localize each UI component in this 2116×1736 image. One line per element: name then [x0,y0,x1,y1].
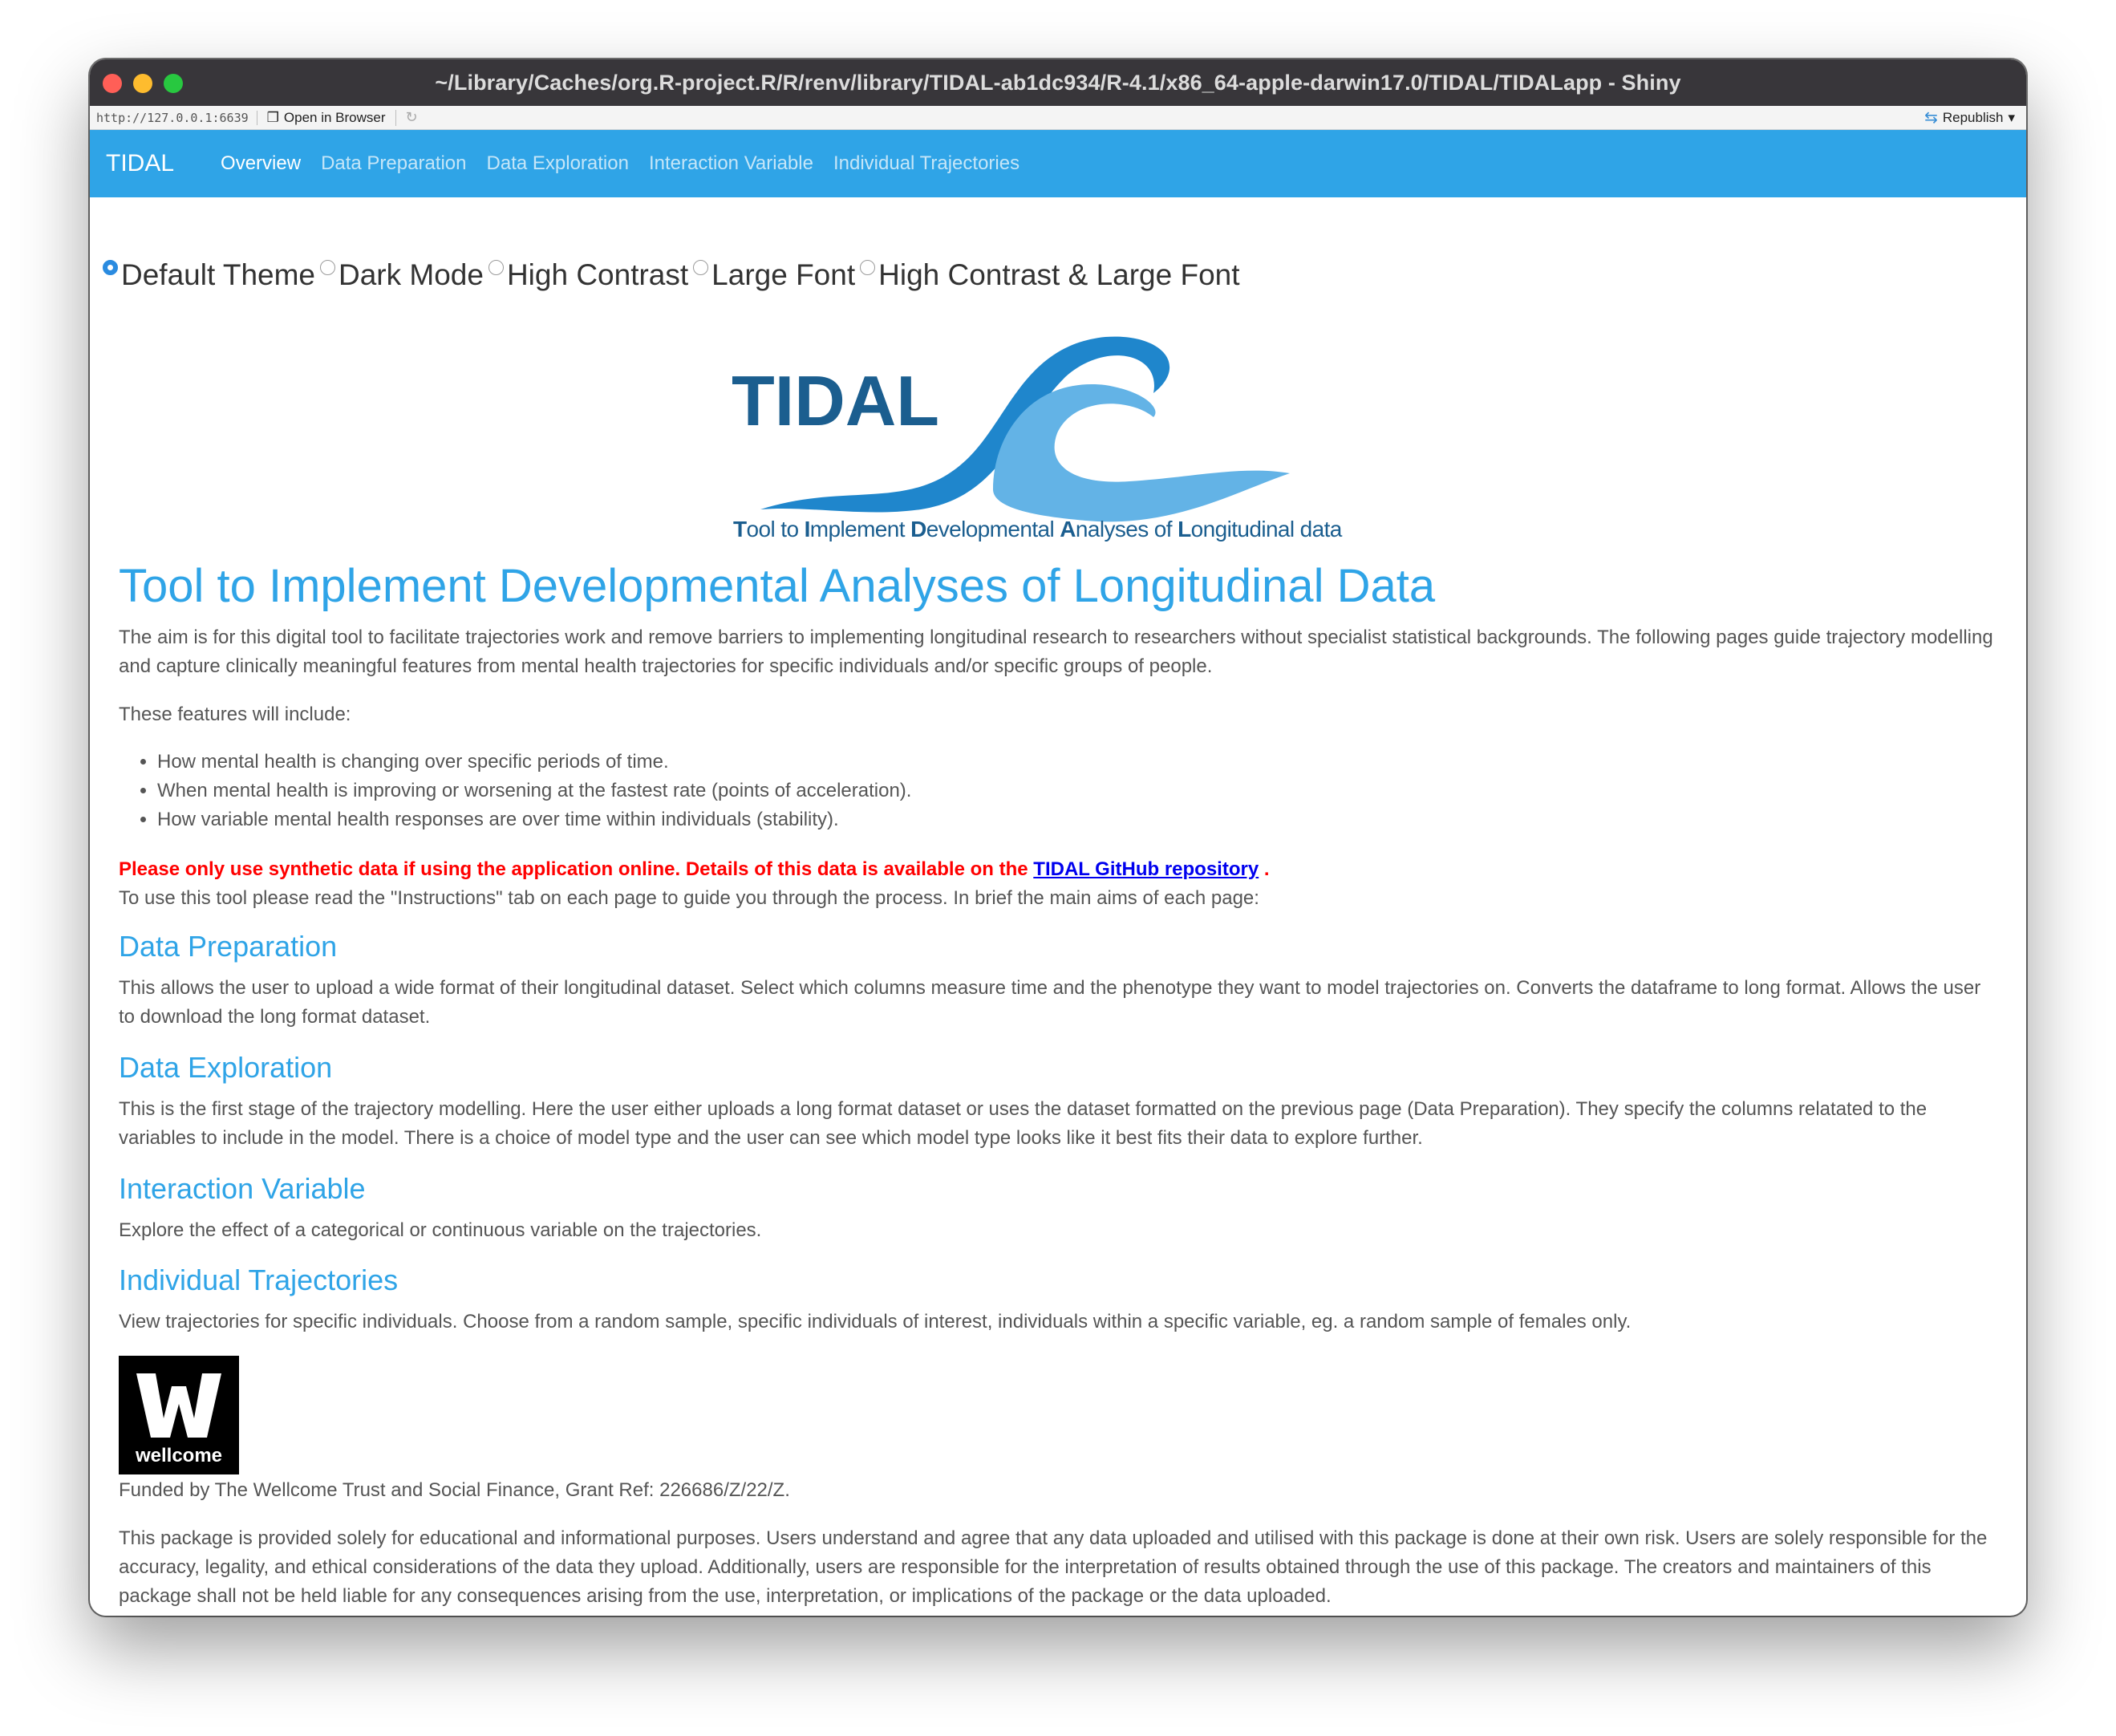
logo-tagline: Tool to Implement Developmental Analyses… [733,517,1343,541]
logo-wordmark: TIDAL [732,361,939,440]
external-link-icon: ❐ [266,109,279,125]
theme-radio-group: Default Theme Dark Mode High Contrast La… [103,255,1245,295]
label-large-font[interactable]: Large Font [711,258,855,292]
list-item: How variable mental health responses are… [157,805,911,834]
wellcome-logo-text: wellcome [135,1445,222,1466]
section-title-interaction-variable: Interaction Variable [119,1172,366,1205]
label-high-contrast-large-font[interactable]: High Contrast & Large Font [878,258,1239,292]
features-list: How mental health is changing over speci… [119,748,911,834]
window-controls [103,74,183,93]
chevron-down-icon: ▾ [2008,109,2015,125]
logo-wave-light [993,384,1290,522]
open-in-browser-label: Open in Browser [283,109,386,125]
radio-high-contrast[interactable] [488,259,504,275]
section-title-data-exploration: Data Exploration [119,1051,333,1084]
navbar-brand[interactable]: TIDAL [106,150,174,177]
warning-text: Please only use synthetic data if using … [119,858,1028,880]
label-default-theme[interactable]: Default Theme [121,258,315,292]
label-dark-mode[interactable]: Dark Mode [338,258,484,292]
features-intro: These features will include: [119,704,351,725]
section-body-interaction-variable: Explore the effect of a categorical or c… [119,1219,762,1241]
disclaimer-paragraph: This package is provided solely for educ… [119,1527,1988,1607]
tab-data-exploration[interactable]: Data Exploration [487,152,629,175]
radio-default-theme[interactable] [103,259,118,275]
maximize-window-button[interactable] [164,74,183,93]
republish-label: Republish [1942,109,2004,125]
tab-interaction-variable[interactable]: Interaction Variable [649,152,813,175]
radio-large-font[interactable] [693,259,709,275]
tab-individual-trajectories[interactable]: Individual Trajectories [833,152,1019,175]
open-in-browser-button[interactable]: ❐ Open in Browser [257,109,396,126]
republish-icon: ⇆ [1924,109,1938,127]
radio-dark-mode[interactable] [320,259,335,275]
label-high-contrast[interactable]: High Contrast [507,258,688,292]
intro-paragraph: The aim is for this digital tool to faci… [119,627,1993,677]
warning-message: Please only use synthetic data if using … [119,855,1996,884]
title-bar: ~/Library/Caches/org.R-project.R/R/renv/… [90,59,2026,106]
github-repository-link[interactable]: TIDAL GitHub repository [1033,858,1259,880]
wellcome-logo: wellcome [119,1356,239,1474]
tidal-logo: TIDAL Tool to Implement Developmental An… [732,336,1343,541]
viewer-toolbar: http://127.0.0.1:6639 ❐ Open in Browser … [90,106,2026,130]
url-label: http://127.0.0.1:6639 [96,110,257,125]
instructions-paragraph: To use this tool please read the "Instru… [119,887,1259,909]
republish-button[interactable]: ⇆ Republish ▾ [1924,107,2020,128]
list-item: How mental health is changing over speci… [157,748,911,777]
section-body-data-exploration: This is the first stage of the trajector… [119,1098,1928,1149]
radio-high-contrast-large-font[interactable] [860,259,876,275]
page-title: Tool to Implement Developmental Analyses… [119,560,1436,612]
section-title-data-preparation: Data Preparation [119,930,338,963]
section-body-data-preparation: This allows the user to upload a wide fo… [119,977,1981,1028]
refresh-icon[interactable]: ↻ [396,109,428,126]
section-title-individual-trajectories: Individual Trajectories [119,1263,399,1296]
tab-data-preparation[interactable]: Data Preparation [321,152,466,175]
list-item: When mental health is improving or worse… [157,777,911,805]
minimize-window-button[interactable] [133,74,152,93]
section-body-individual-trajectories: View trajectories for specific individua… [119,1311,1632,1332]
window-title: ~/Library/Caches/org.R-project.R/R/renv/… [435,70,1681,95]
close-window-button[interactable] [103,74,122,93]
navbar: TIDAL Overview Data Preparation Data Exp… [90,130,2026,197]
warning-end: . [1263,858,1270,880]
tab-overview[interactable]: Overview [221,152,301,175]
wellcome-logo-graphic: wellcome [135,1373,222,1466]
funding-statement: Funded by The Wellcome Trust and Social … [119,1479,790,1501]
